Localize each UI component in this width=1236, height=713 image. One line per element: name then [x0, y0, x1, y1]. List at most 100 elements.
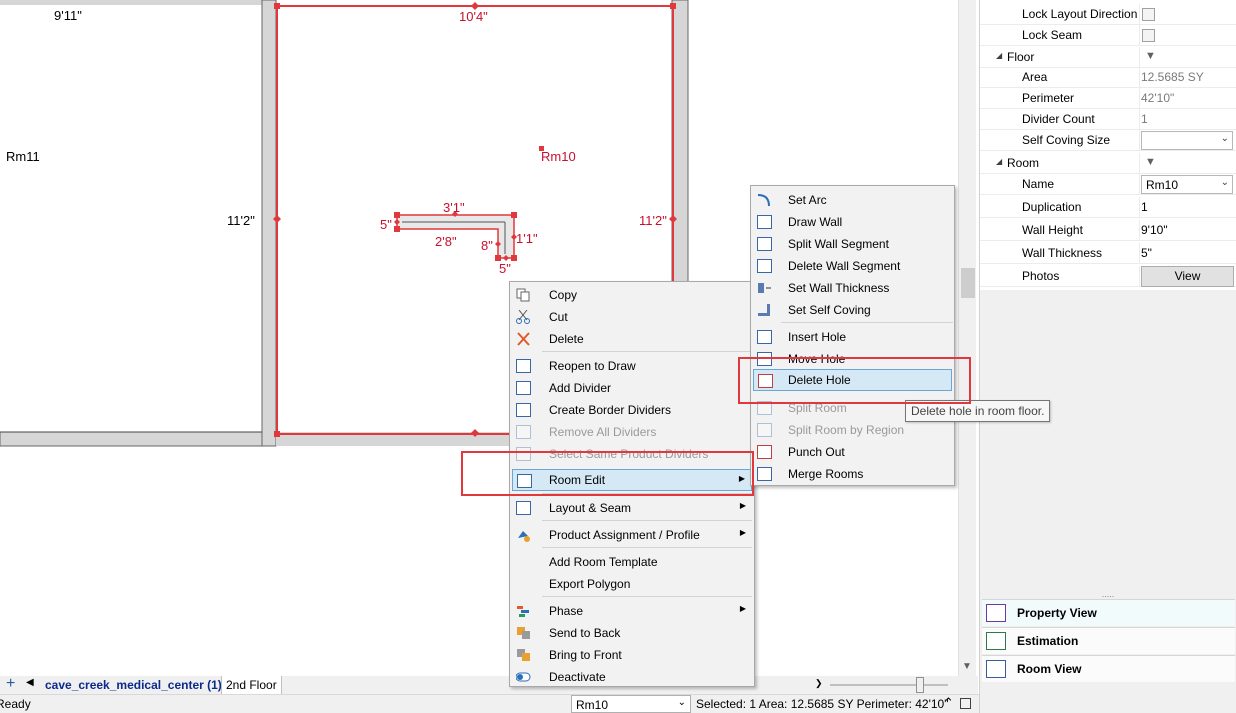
menu-item-set-wall-thickness[interactable]: Set Wall Thickness [753, 277, 952, 299]
property-view-button[interactable]: Property View [982, 599, 1235, 626]
prop-label: Self Coving Size [1022, 133, 1111, 147]
remove-dividers-icon [516, 425, 531, 439]
prop-group-floor[interactable]: ◢ Floor ▼ [980, 47, 1236, 68]
room-view-button[interactable]: Room View [982, 655, 1235, 682]
wall-height-value[interactable]: 9'10" [1141, 223, 1168, 237]
chevron-down-icon: ⌄ [677, 697, 686, 708]
maximize-icon[interactable] [960, 698, 971, 709]
menu-item-set-self-coving[interactable]: Set Self Coving [753, 299, 952, 321]
submenu-arrow-icon: ▶ [739, 528, 746, 537]
tab-2nd-floor[interactable]: 2nd Floor [221, 676, 282, 694]
menu-item-remove-all-dividers[interactable]: Remove All Dividers [512, 421, 752, 443]
lock-layout-checkbox[interactable] [1142, 8, 1155, 21]
divider-icon [516, 381, 531, 395]
prop-row-lock-seam: Lock Seam [980, 25, 1236, 46]
menu-item-insert-hole[interactable]: Insert Hole [753, 326, 952, 348]
menu-item-delete[interactable]: Delete [512, 328, 752, 350]
zoom-slider-thumb[interactable] [916, 677, 924, 693]
toggle-icon [515, 670, 531, 684]
insert-hole-icon [757, 330, 772, 344]
photos-view-button[interactable]: View [1141, 266, 1234, 287]
prop-label: Area [1022, 70, 1048, 84]
menu-item-punch-out[interactable]: Punch Out [753, 441, 952, 463]
scroll-down-icon[interactable]: ▼ [962, 661, 972, 672]
menu-item-split-wall-segment[interactable]: Split Wall Segment [753, 233, 952, 255]
prop-label: Perimeter [1022, 91, 1075, 105]
annotation-frame-delete-hole [738, 357, 971, 404]
zoom-slider[interactable]: ❯ [812, 676, 958, 694]
prop-group-room[interactable]: ◢ Room ▼ [980, 153, 1236, 174]
canvas-vertical-scrollbar[interactable]: ▼ [958, 0, 976, 676]
prop-label: Name [1022, 177, 1055, 191]
panel-splitter[interactable]: ..... [980, 590, 1236, 599]
collapse-triangle-icon[interactable]: ◢ [996, 157, 1002, 166]
submenu-arrow-icon: ▶ [739, 604, 746, 613]
submenu-arrow-icon: ▶ [739, 501, 746, 510]
add-sheet-icon[interactable]: + [6, 675, 15, 693]
filter-icon[interactable]: ▼ [1145, 50, 1156, 62]
copy-icon [516, 288, 531, 302]
menu-item-set-arc[interactable]: Set Arc [753, 189, 952, 211]
room-edit-submenu: Set Arc Draw Wall Split Wall Segment Del… [750, 185, 955, 486]
split-region-icon [757, 423, 772, 437]
menu-item-merge-rooms[interactable]: Merge Rooms [753, 463, 952, 485]
menu-item-reopen-to-draw[interactable]: Reopen to Draw [512, 355, 752, 377]
menu-item-split-room-by-region[interactable]: Split Room by Region [753, 419, 952, 441]
chevron-up-icon[interactable]: ⌃ [943, 695, 954, 711]
reopen-icon [516, 359, 531, 373]
chevron-down-icon: ⌄ [1220, 177, 1229, 188]
property-view-icon [986, 604, 1006, 622]
menu-item-layout-seam[interactable]: Layout & Seam ▶ [512, 497, 752, 519]
rm11-label[interactable]: Rm11 [6, 149, 40, 164]
rm10-label[interactable]: Rm10 [541, 149, 576, 164]
group-label: Room [1007, 156, 1040, 170]
menu-item-product-assignment[interactable]: Product Assignment / Profile ▶ [512, 524, 752, 546]
send-back-icon [516, 626, 531, 640]
border-dividers-icon [516, 403, 531, 417]
prop-label: Photos [1022, 269, 1060, 283]
layout-seam-icon [516, 501, 531, 515]
room-view-icon [986, 660, 1006, 678]
estimation-button[interactable]: Estimation [982, 627, 1235, 654]
menu-item-phase[interactable]: Phase ▶ [512, 600, 752, 622]
lock-seam-checkbox[interactable] [1142, 29, 1155, 42]
scrollbar-thumb[interactable] [961, 268, 975, 298]
scissors-icon [516, 309, 531, 324]
tab-scroll-left-icon[interactable]: ◀ [26, 677, 34, 688]
rm10-dim-top: 10'4" [459, 9, 488, 24]
menu-item-bring-to-front[interactable]: Bring to Front [512, 644, 752, 666]
menu-item-send-to-back[interactable]: Send to Back [512, 622, 752, 644]
status-ready: Ready [0, 697, 31, 711]
menu-item-export-polygon[interactable]: Export Polygon [512, 573, 752, 595]
filter-icon[interactable]: ▼ [1145, 156, 1156, 168]
tab-active[interactable]: cave_creek_medical_center (1) [45, 678, 222, 692]
bring-front-icon [516, 648, 531, 662]
rm10-dim-right: 11'2" [639, 213, 667, 228]
rm11-wall-bottom [0, 431, 263, 447]
menu-item-create-border-dividers[interactable]: Create Border Dividers [512, 399, 752, 421]
prop-label: Wall Height [1022, 223, 1083, 237]
menu-item-copy[interactable]: Copy [512, 284, 752, 306]
menu-item-add-room-template[interactable]: Add Room Template [512, 551, 752, 573]
duplication-value[interactable]: 1 [1141, 200, 1148, 214]
self-coving-dropdown[interactable]: ⌄ [1141, 131, 1233, 150]
rm11-wall-top [0, 0, 262, 5]
room-selector[interactable]: Rm10 ⌄ [571, 695, 691, 713]
menu-item-deactivate[interactable]: Deactivate [512, 666, 752, 688]
prop-row-lock-layout: Lock Layout Direction [980, 4, 1236, 25]
prop-row-duplication: Duplication 1 [980, 197, 1236, 218]
split-wall-icon [757, 237, 772, 251]
menu-item-add-divider[interactable]: Add Divider [512, 377, 752, 399]
self-coving-icon [757, 303, 772, 317]
menu-item-delete-wall-segment[interactable]: Delete Wall Segment [753, 255, 952, 277]
perimeter-value: 42'10" [1141, 91, 1175, 105]
collapse-triangle-icon[interactable]: ◢ [996, 51, 1002, 60]
hole-dim-left: 5" [380, 217, 392, 232]
phase-icon [516, 604, 531, 618]
menu-item-cut[interactable]: Cut [512, 306, 752, 328]
menu-item-draw-wall[interactable]: Draw Wall [753, 211, 952, 233]
wall-thickness-value[interactable]: 5" [1141, 246, 1152, 260]
chevron-right-icon[interactable]: ❯ [815, 678, 823, 689]
room-name-dropdown[interactable]: Rm10 ⌄ [1141, 175, 1233, 194]
prop-label: Wall Thickness [1022, 246, 1103, 260]
